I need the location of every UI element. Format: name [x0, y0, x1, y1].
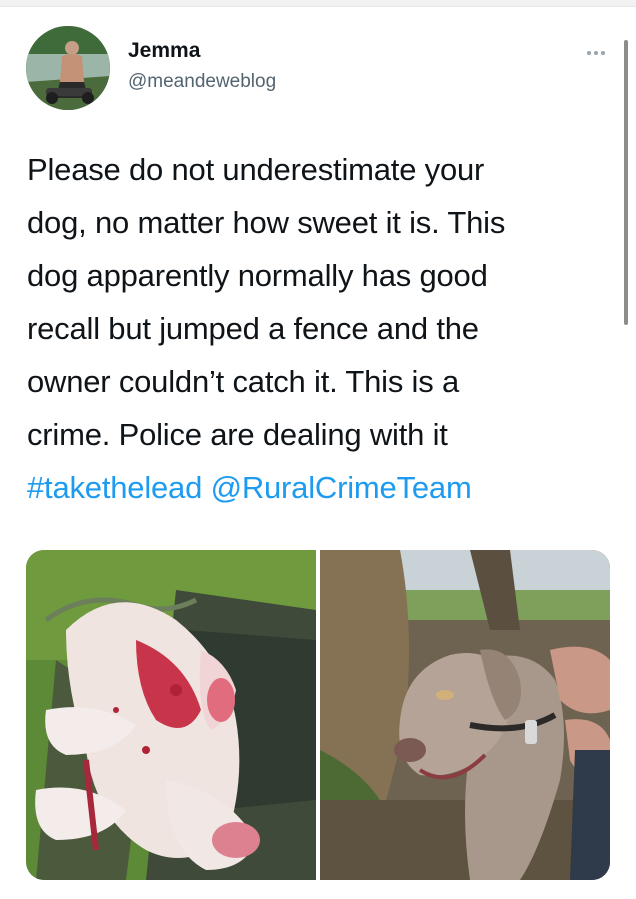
tweet-text-line: owner couldn’t catch it. This is a [27, 364, 459, 399]
ellipsis-icon [587, 51, 605, 55]
display-name[interactable]: Jemma [128, 38, 276, 64]
avatar[interactable] [26, 26, 110, 110]
weimaraner-dog-photo-icon [320, 550, 610, 880]
injured-lamb-photo-icon [26, 550, 316, 880]
tweet-text-line: Please do not underestimate your [27, 152, 485, 187]
tweet-links: #takethelead @RuralCrimeTeam [27, 461, 612, 514]
profile-photo-icon [26, 26, 110, 110]
tweet-header: Jemma @meandeweblog [26, 26, 611, 110]
media-photo-right[interactable] [320, 550, 610, 880]
scrollbar[interactable] [624, 40, 628, 325]
media-photo-left[interactable] [26, 550, 316, 880]
tweet-text: Please do not underestimate your dog, no… [27, 143, 612, 514]
mention-link[interactable]: @RuralCrimeTeam [211, 470, 472, 505]
tweet-text-line: recall but jumped a fence and the [27, 311, 479, 346]
top-divider [0, 0, 636, 7]
media-grid [26, 550, 610, 880]
user-handle[interactable]: @meandeweblog [128, 69, 276, 95]
tweet-text-line: dog, no matter how sweet it is. This [27, 205, 506, 240]
tweet-text-line: dog apparently normally has good [27, 258, 488, 293]
more-options-button[interactable] [581, 42, 611, 64]
hashtag-link[interactable]: #takethelead [27, 470, 202, 505]
tweet-text-line: crime. Police are dealing with it [27, 417, 448, 452]
